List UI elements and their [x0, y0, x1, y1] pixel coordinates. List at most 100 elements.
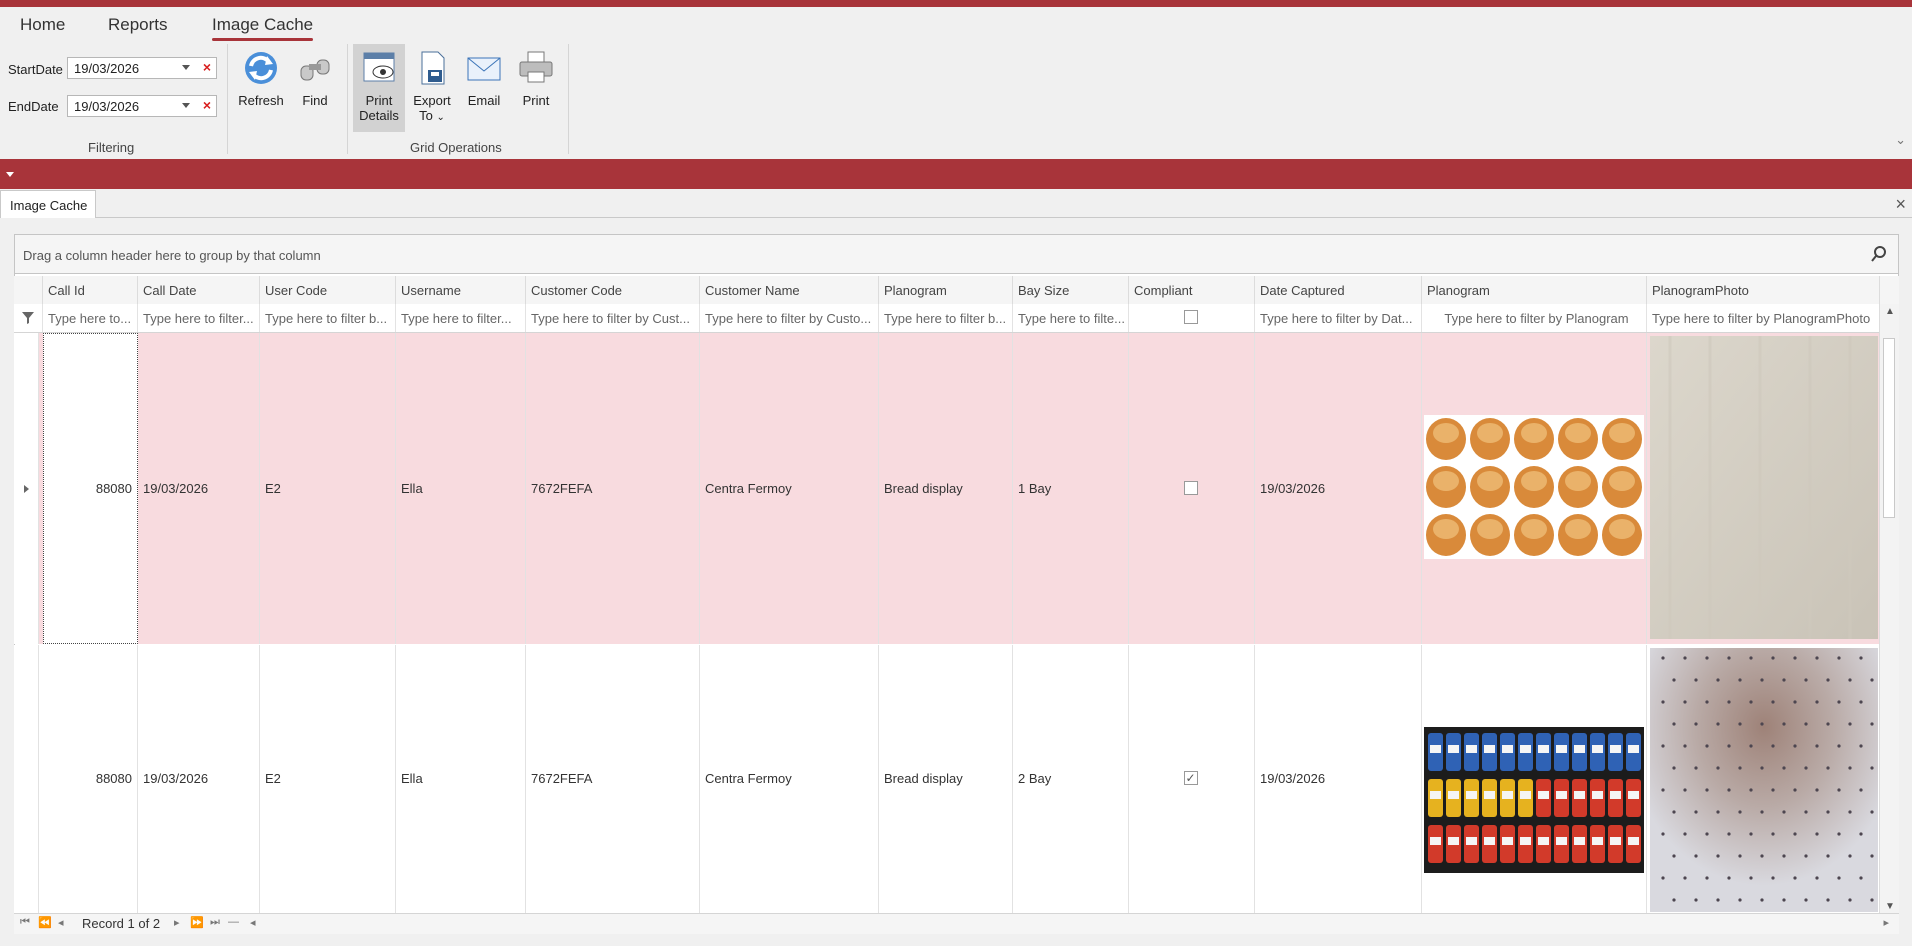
column-header-planogram[interactable]: Planogram: [879, 276, 1013, 304]
filter-input-call-date[interactable]: Type here to filter...: [138, 304, 260, 332]
cell-customer-code[interactable]: 7672FEFA: [526, 333, 700, 644]
column-header-compliant[interactable]: Compliant: [1129, 276, 1255, 304]
cell-user-code[interactable]: E2: [260, 333, 396, 644]
cell-bay-size[interactable]: 2 Bay: [1013, 645, 1129, 913]
previous-page-icon[interactable]: ⏪: [38, 916, 52, 929]
chevron-down-icon[interactable]: [182, 65, 190, 70]
clear-end-date-icon[interactable]: ×: [203, 97, 211, 113]
cell-customer-code[interactable]: 7672FEFA: [526, 645, 700, 913]
close-icon[interactable]: ×: [1895, 194, 1906, 215]
compliant-checkbox-checked[interactable]: ✓: [1183, 771, 1198, 785]
tab-image-cache[interactable]: Image Cache: [212, 15, 314, 41]
table-row[interactable]: 88080 19/03/2026 E2 Ella 7672FEFA Centra…: [14, 645, 1880, 913]
filter-input-username[interactable]: Type here to filter...: [396, 304, 526, 332]
document-tab-image-cache[interactable]: Image Cache: [0, 190, 96, 218]
cell-planogram-image[interactable]: [1422, 333, 1647, 644]
shelf-photo-image: [1650, 648, 1878, 912]
chevron-down-icon: ⌄: [436, 112, 445, 123]
cell-call-id[interactable]: 88080: [43, 333, 138, 644]
pegboard-hole: [1749, 656, 1753, 660]
pegboard-hole: [1661, 876, 1665, 880]
pegboard-hole: [1705, 656, 1709, 660]
pegboard-hole: [1727, 876, 1731, 880]
find-button[interactable]: Find: [292, 48, 338, 108]
column-header-bay-size[interactable]: Bay Size: [1013, 276, 1129, 304]
cell-planogram-image[interactable]: [1422, 645, 1647, 913]
cell-planogram-photo[interactable]: [1647, 645, 1880, 913]
column-header-planogram-photo[interactable]: PlanogramPhoto: [1647, 276, 1880, 304]
row-indicator[interactable]: [14, 645, 39, 913]
end-date-field[interactable]: 19/03/2026 ×: [67, 95, 217, 117]
pegboard-hole: [1749, 788, 1753, 792]
tab-reports[interactable]: Reports: [108, 15, 168, 35]
cell-compliant[interactable]: ✓: [1129, 645, 1255, 913]
cell-user-code[interactable]: E2: [260, 645, 396, 913]
filter-input-customer-code[interactable]: Type here to filter by Cust...: [526, 304, 700, 332]
vertical-scrollbar[interactable]: ▲ ▼: [1879, 304, 1899, 914]
last-record-icon[interactable]: ⏭: [210, 916, 220, 929]
cell-bay-size[interactable]: 1 Bay: [1013, 333, 1129, 644]
tab-home[interactable]: Home: [20, 15, 65, 35]
filter-input-date-captured[interactable]: Type here to filter by Dat...: [1255, 304, 1422, 332]
table-row[interactable]: 88080 19/03/2026 E2 Ella 7672FEFA Centra…: [14, 333, 1880, 644]
row-indicator[interactable]: [14, 333, 39, 644]
column-header-call-date[interactable]: Call Date: [138, 276, 260, 304]
next-record-icon[interactable]: ▸: [174, 916, 180, 929]
cell-date-captured[interactable]: 19/03/2026: [1255, 645, 1422, 913]
pegboard-hole: [1859, 788, 1863, 792]
export-button[interactable]: Export To ⌄: [410, 48, 454, 123]
scroll-down-icon[interactable]: ▼: [1885, 901, 1895, 912]
column-header-customer-code[interactable]: Customer Code: [526, 276, 700, 304]
column-header-call-id[interactable]: Call Id: [43, 276, 138, 304]
cell-compliant[interactable]: [1129, 333, 1255, 644]
collapse-ribbon-icon[interactable]: ⌄: [1895, 132, 1906, 148]
previous-record-icon[interactable]: ◂: [58, 916, 64, 929]
start-date-field[interactable]: 19/03/2026 ×: [67, 57, 217, 79]
print-button[interactable]: Print: [514, 48, 558, 108]
cell-call-date[interactable]: 19/03/2026: [138, 333, 260, 644]
next-page-icon[interactable]: ⏩: [190, 916, 204, 929]
cell-planogram-photo[interactable]: [1647, 333, 1880, 644]
print-details-button[interactable]: Print Details: [353, 44, 405, 132]
scroll-up-icon[interactable]: ▲: [1885, 306, 1895, 317]
cell-planogram[interactable]: Bread display: [879, 645, 1013, 913]
email-button[interactable]: Email: [462, 48, 506, 108]
column-header-user-code[interactable]: User Code: [260, 276, 396, 304]
cell-date-captured[interactable]: 19/03/2026: [1255, 333, 1422, 644]
cell-customer-name[interactable]: Centra Fermoy: [700, 645, 879, 913]
scroll-right-icon[interactable]: ▸: [1883, 916, 1889, 929]
bread-roll-highlight: [1477, 423, 1503, 443]
filter-input-customer-name[interactable]: Type here to filter by Custo...: [700, 304, 879, 332]
filter-input-planogram-photo[interactable]: Type here to filter by PlanogramPhoto: [1647, 304, 1880, 332]
scroll-left-icon[interactable]: ◂: [250, 916, 256, 929]
column-header-customer-name[interactable]: Customer Name: [700, 276, 879, 304]
filter-input-call-id[interactable]: Type here to...: [43, 304, 138, 332]
filter-compliant-checkbox[interactable]: [1183, 310, 1198, 324]
delete-record-icon[interactable]: —: [228, 916, 239, 928]
clear-start-date-icon[interactable]: ×: [203, 59, 211, 75]
cell-planogram[interactable]: Bread display: [879, 333, 1013, 644]
column-header-date-captured[interactable]: Date Captured: [1255, 276, 1422, 304]
scrollbar-thumb[interactable]: [1883, 338, 1895, 518]
filter-input-planogram-image[interactable]: Type here to filter by Planogram: [1422, 304, 1647, 332]
cell-call-date[interactable]: 19/03/2026: [138, 645, 260, 913]
column-header-planogram-image[interactable]: Planogram: [1422, 276, 1647, 304]
pegboard-hole: [1837, 656, 1841, 660]
dropdown-icon[interactable]: [6, 172, 14, 177]
cell-customer-name[interactable]: Centra Fermoy: [700, 333, 879, 644]
search-icon[interactable]: [1870, 245, 1888, 263]
bread-roll-highlight: [1433, 423, 1459, 443]
filter-input-planogram[interactable]: Type here to filter b...: [879, 304, 1013, 332]
pegboard-hole: [1683, 876, 1687, 880]
cell-username[interactable]: Ella: [396, 645, 526, 913]
filter-input-bay-size[interactable]: Type here to filte...: [1013, 304, 1129, 332]
filter-input-user-code[interactable]: Type here to filter b...: [260, 304, 396, 332]
first-record-icon[interactable]: ⏮: [20, 916, 30, 929]
cell-username[interactable]: Ella: [396, 333, 526, 644]
filter-compliant[interactable]: [1129, 304, 1255, 332]
column-header-username[interactable]: Username: [396, 276, 526, 304]
compliant-checkbox[interactable]: [1183, 480, 1198, 495]
chevron-down-icon[interactable]: [182, 103, 190, 108]
cell-call-id[interactable]: 88080: [43, 645, 138, 913]
refresh-button[interactable]: Refresh: [235, 48, 287, 108]
